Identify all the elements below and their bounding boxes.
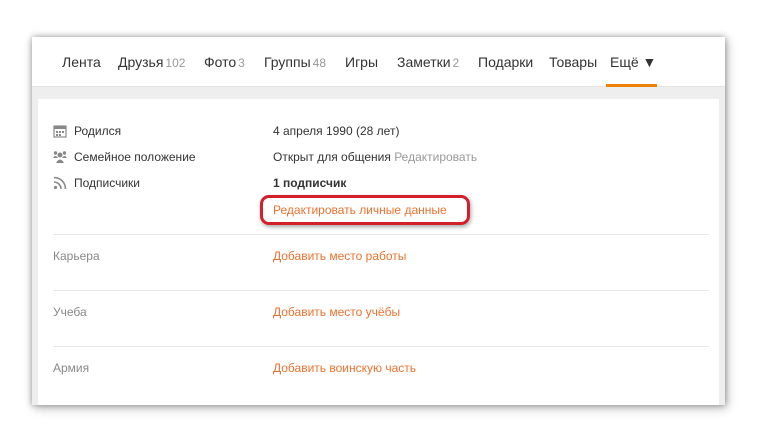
nav-item-label: Товары xyxy=(549,54,598,70)
divider xyxy=(53,290,709,291)
profile-nav: Лента Друзья 102 Фото 3 Группы 48 Игры Заме… xyxy=(32,37,725,87)
nav-active-underline xyxy=(606,84,657,87)
nav-item-count: 2 xyxy=(452,56,460,70)
highlight-frame xyxy=(260,195,470,225)
nav-item-notes[interactable]: Заметки 2 xyxy=(397,54,459,70)
nav-item-goods[interactable]: Товары xyxy=(549,54,597,70)
about-panel: Родился 4 апреля 1990 (28 лет) Семейное … xyxy=(38,99,719,405)
nav-item-label: Заметки xyxy=(397,54,451,70)
subscribers-value[interactable]: 1 подписчик xyxy=(273,176,346,190)
nav-item-label: Игры xyxy=(345,54,379,70)
birth-value: 4 апреля 1990 (28 лет) xyxy=(273,124,400,138)
add-workplace-link[interactable]: Добавить место работы xyxy=(273,249,406,263)
nav-item-label: Подарки xyxy=(478,54,534,70)
nav-item-label: Фото xyxy=(204,54,237,70)
nav-item-more[interactable]: Ещё ▼ xyxy=(610,54,656,70)
nav-item-photos[interactable]: Фото 3 xyxy=(204,54,245,70)
calendar-icon xyxy=(53,125,67,138)
divider xyxy=(53,234,709,235)
family-value: Открыт для общения Редактировать xyxy=(273,150,477,164)
nav-item-gifts[interactable]: Подарки xyxy=(478,54,533,70)
family-status: Открыт для общения xyxy=(273,150,391,164)
nav-item-friends[interactable]: Друзья 102 xyxy=(118,54,185,70)
family-edit-link[interactable]: Редактировать xyxy=(394,150,477,164)
nav-item-count: 102 xyxy=(165,56,186,70)
family-label: Семейное положение xyxy=(74,150,196,164)
nav-item-label: Друзья xyxy=(118,54,164,70)
nav-item-count: 3 xyxy=(238,56,245,70)
nav-item-label: Группы xyxy=(264,54,311,70)
nav-item-label: Ещё ▼ xyxy=(610,54,657,70)
nav-item-label: Лента xyxy=(62,54,101,70)
nav-item-count: 48 xyxy=(312,56,327,70)
profile-card: Лента Друзья 102 Фото 3 Группы 48 Игры Заме… xyxy=(32,37,725,405)
add-military-unit-link[interactable]: Добавить воинскую часть xyxy=(273,361,416,375)
birth-label: Родился xyxy=(74,124,122,138)
nav-item-feed[interactable]: Лента xyxy=(62,54,101,70)
add-school-link[interactable]: Добавить место учёбы xyxy=(273,305,400,319)
career-label: Карьера xyxy=(53,249,100,263)
nav-item-groups[interactable]: Группы 48 xyxy=(264,54,326,70)
education-label: Учеба xyxy=(53,305,87,319)
army-label: Армия xyxy=(53,361,90,375)
rss-icon xyxy=(53,176,67,190)
subscribers-label: Подписчики xyxy=(74,176,141,190)
nav-item-games[interactable]: Игры xyxy=(345,54,378,70)
family-icon xyxy=(53,151,67,163)
divider xyxy=(53,346,709,347)
